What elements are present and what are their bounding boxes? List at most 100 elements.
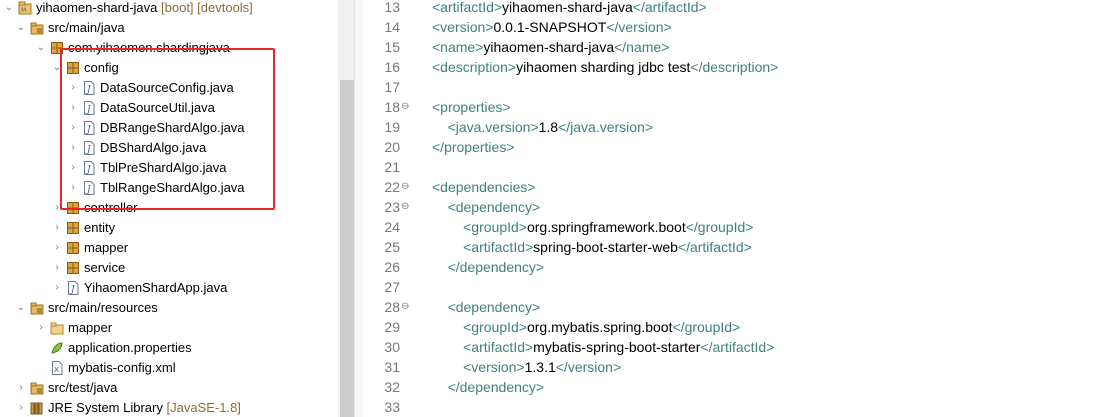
- java-file-icon: J: [82, 181, 96, 195]
- code-line[interactable]: 27: [363, 277, 1094, 297]
- chevron-right-icon[interactable]: ›: [68, 78, 78, 98]
- code-line[interactable]: 30 <artifactId>mybatis-spring-boot-start…: [363, 337, 1094, 357]
- chevron-down-icon[interactable]: ⌄: [16, 18, 26, 38]
- tree-item[interactable]: ⌄ Myihaomen-shard-java [boot] [devtools]: [0, 0, 338, 18]
- tree-item[interactable]: › entity: [0, 218, 338, 238]
- line-number: 31: [384, 359, 400, 375]
- xml-tag: </artifactId>: [700, 339, 775, 355]
- tree-item-name: DataSourceUtil.java: [100, 100, 215, 115]
- chevron-right-icon[interactable]: ›: [68, 98, 78, 118]
- code-line[interactable]: 17: [363, 77, 1094, 97]
- fold-collapse-icon[interactable]: ⊖: [401, 297, 409, 317]
- tree-item[interactable]: ⌄ config: [0, 58, 338, 78]
- chevron-right-icon[interactable]: ›: [52, 218, 62, 238]
- code-line[interactable]: 28 ⊖ <dependency>: [363, 297, 1094, 317]
- tree-item[interactable]: › J DataSourceConfig.java: [0, 78, 338, 98]
- code-line[interactable]: 15 <name>yihaomen-shard-java</name>: [363, 37, 1094, 57]
- code-text: <version>0.0.1-SNAPSHOT</version>: [432, 17, 672, 37]
- code-line[interactable]: 18 ⊖ <properties>: [363, 97, 1094, 117]
- chevron-right-icon[interactable]: ›: [52, 198, 62, 218]
- chevron-down-icon[interactable]: ⌄: [4, 0, 14, 18]
- code-line[interactable]: 26 </dependency>: [363, 257, 1094, 277]
- chevron-right-icon[interactable]: ›: [16, 398, 26, 417]
- line-number: 32: [384, 379, 400, 395]
- package-icon: [66, 201, 80, 215]
- code-line[interactable]: 33: [363, 397, 1094, 417]
- code-line[interactable]: 24 <groupId>org.springframework.boot</gr…: [363, 217, 1094, 237]
- tree-item[interactable]: › mapper: [0, 238, 338, 258]
- code-line[interactable]: 13 <artifactId>yihaomen-shard-java</artif…: [363, 0, 1094, 17]
- tree-item-label: src/main/java: [48, 18, 125, 38]
- chevron-right-icon[interactable]: ›: [16, 378, 26, 398]
- source-folder-icon: [30, 301, 44, 315]
- xml-tag: <version>: [463, 359, 525, 375]
- tree-item[interactable]: › mapper: [0, 318, 338, 338]
- xml-tag: </version>: [555, 359, 622, 375]
- xml-editor[interactable]: 13 <artifactId>yihaomen-shard-java</artif…: [363, 0, 1094, 417]
- tree-item[interactable]: › J TblPreShardAlgo.java: [0, 158, 338, 178]
- code-line[interactable]: 29 <groupId>org.mybatis.spring.boot</gro…: [363, 317, 1094, 337]
- tree-item[interactable]: ⌄ com.yihaomen.shardingjava: [0, 38, 338, 58]
- line-number: 26: [384, 259, 400, 275]
- tree-item[interactable]: › service: [0, 258, 338, 278]
- chevron-right-icon[interactable]: ›: [68, 178, 78, 198]
- chevron-right-icon[interactable]: ›: [52, 238, 62, 258]
- code-line[interactable]: 21: [363, 157, 1094, 177]
- chevron-right-icon[interactable]: ›: [36, 318, 46, 338]
- xml-text: 1.8: [538, 119, 559, 135]
- tree-item-name: TblPreShardAlgo.java: [100, 160, 227, 175]
- code-line[interactable]: 32 </dependency>: [363, 377, 1094, 397]
- tree-item[interactable]: application.properties: [0, 338, 338, 358]
- code-text: </dependency>: [432, 377, 545, 397]
- chevron-down-icon[interactable]: ⌄: [16, 298, 26, 318]
- code-line[interactable]: 20 </properties>: [363, 137, 1094, 157]
- tree-item[interactable]: ⌄ src/main/resources: [0, 298, 338, 318]
- tree-item[interactable]: › J YihaomenShardApp.java: [0, 278, 338, 298]
- tree-item[interactable]: › src/test/java: [0, 378, 338, 398]
- fold-collapse-icon[interactable]: ⊖: [401, 177, 409, 197]
- code-line[interactable]: 23 ⊖ <dependency>: [363, 197, 1094, 217]
- code-line[interactable]: 14 <version>0.0.1-SNAPSHOT</version>: [363, 17, 1094, 37]
- tree-item[interactable]: › J DBRangeShardAlgo.java: [0, 118, 338, 138]
- code-line[interactable]: 22 ⊖ <dependencies>: [363, 177, 1094, 197]
- chevron-right-icon[interactable]: ›: [68, 158, 78, 178]
- fold-collapse-icon[interactable]: ⊖: [401, 197, 409, 217]
- chevron-down-icon[interactable]: ⌄: [36, 38, 46, 58]
- properties-file-icon: [50, 341, 64, 355]
- fold-collapse-icon[interactable]: ⊖: [401, 97, 409, 117]
- code-text: <name>yihaomen-shard-java</name>: [432, 37, 669, 57]
- xml-tag: </dependency>: [447, 259, 545, 275]
- chevron-right-icon[interactable]: ›: [68, 138, 78, 158]
- explorer-scrollbar-thumb[interactable]: [340, 80, 354, 417]
- chevron-right-icon[interactable]: [36, 338, 46, 358]
- java-file-icon: J: [66, 281, 80, 295]
- tree-item[interactable]: Xmybatis-config.xml: [0, 358, 338, 378]
- chevron-right-icon[interactable]: [36, 358, 46, 378]
- tree-item-label: DataSourceConfig.java: [100, 78, 234, 98]
- tree-item[interactable]: › J TblRangeShardAlgo.java: [0, 178, 338, 198]
- xml-text: mybatis-spring-boot-starter: [533, 339, 701, 355]
- project-icon: M: [18, 1, 32, 15]
- tree-item[interactable]: › JRE System Library [JavaSE-1.8]: [0, 398, 338, 417]
- tree-item[interactable]: ⌄ src/main/java: [0, 18, 338, 38]
- tree-item-name: mapper: [68, 320, 113, 335]
- package-explorer: ⌄ Myihaomen-shard-java [boot] [devtools] ⌄…: [0, 0, 338, 417]
- tree-item[interactable]: › J DataSourceUtil.java: [0, 98, 338, 118]
- code-line[interactable]: 31 <version>1.3.1</version>: [363, 357, 1094, 377]
- tree-item-decoration: [JavaSE-1.8]: [162, 400, 241, 415]
- chevron-right-icon[interactable]: ›: [52, 258, 62, 278]
- code-line[interactable]: 19 <java.version>1.8</java.version>: [363, 117, 1094, 137]
- code-text: <version>1.3.1</version>: [432, 357, 621, 377]
- chevron-down-icon[interactable]: ⌄: [52, 58, 62, 78]
- chevron-right-icon[interactable]: ›: [68, 118, 78, 138]
- code-text: </properties>: [432, 137, 515, 157]
- tree-item[interactable]: › controller: [0, 198, 338, 218]
- code-line[interactable]: 25 <artifactId>spring-boot-starter-web</…: [363, 237, 1094, 257]
- tree-item-name: DBShardAlgo.java: [100, 140, 207, 155]
- tree-item[interactable]: › J DBShardAlgo.java: [0, 138, 338, 158]
- code-line[interactable]: 16 <description>yihaomen sharding jdbc te…: [363, 57, 1094, 77]
- chevron-right-icon[interactable]: ›: [52, 278, 62, 298]
